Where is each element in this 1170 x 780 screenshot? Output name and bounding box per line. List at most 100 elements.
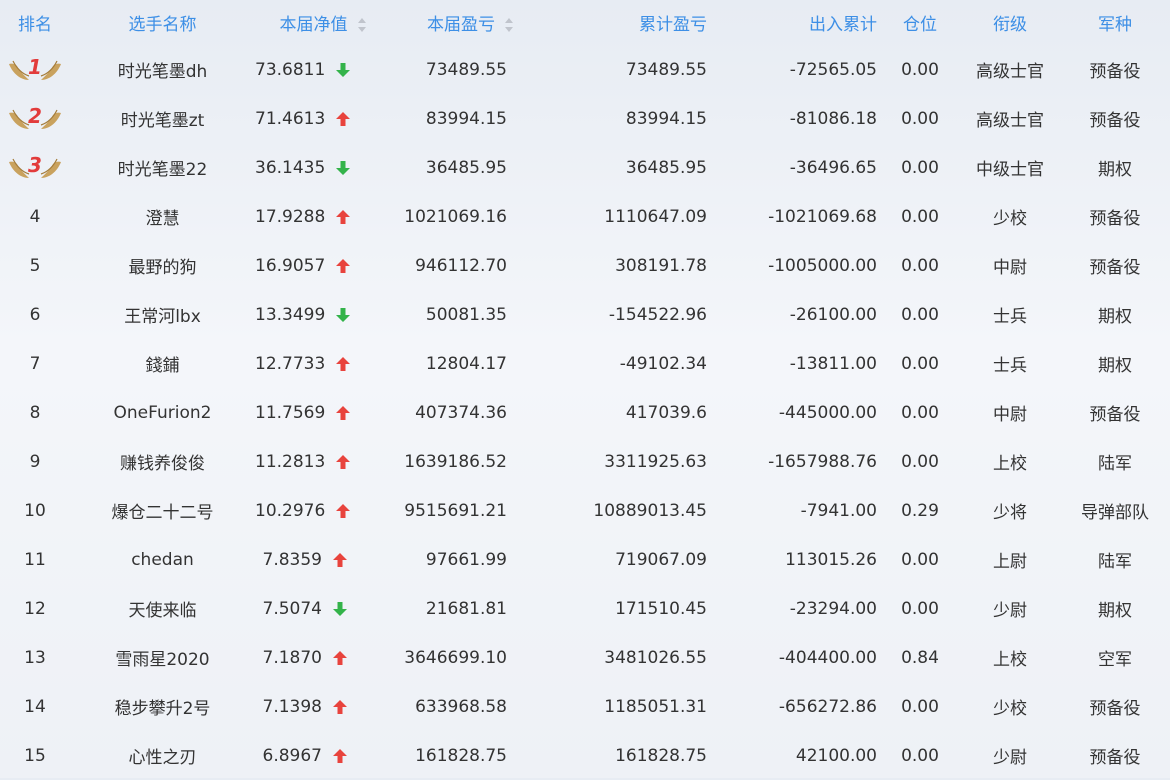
nav-cell: 6.8967 [255,731,390,780]
player-name[interactable]: 时光笔墨22 [70,143,255,192]
cum-profit-cell: 171510.45 [615,598,707,619]
branch-cell: 陆军 [1098,552,1132,572]
nav-cell: 7.5074 [255,584,390,633]
arrow-up-icon [332,552,348,568]
rank-cell: 5 [0,241,70,290]
title-cell: 上尉 [993,552,1027,572]
profit-cell: 83994.15 [425,108,507,129]
rank-cell: 3 [0,143,70,192]
position-cell: 0.00 [901,353,939,374]
player-name[interactable]: 雪雨星2020 [70,633,255,682]
position-cell: 0.00 [901,451,939,472]
cum-profit-cell: 417039.6 [625,402,707,423]
nav-value: 12.7733 [255,353,326,374]
flow-cell: -26100.00 [789,304,877,325]
branch-cell: 预备役 [1089,111,1141,131]
rank-cell: 6 [0,290,70,339]
rank-cell: 11 [0,535,70,584]
rank-cell: 8 [0,388,70,437]
flow-cell: 42100.00 [795,745,877,766]
rank-cell: 14 [0,682,70,731]
header-cum-profit: 累计盈亏 [639,15,707,35]
profit-cell: 73489.55 [425,59,507,80]
player-name[interactable]: 时光笔墨dh [70,45,255,94]
rank-number: 15 [24,745,46,766]
title-cell: 士兵 [993,356,1027,376]
title-cell: 上校 [993,454,1027,474]
branch-cell: 导弹部队 [1081,503,1149,523]
branch-cell: 预备役 [1089,258,1141,278]
flow-cell: -36496.65 [789,157,877,178]
player-name[interactable]: OneFurion2 [70,388,255,437]
branch-cell: 期权 [1098,307,1132,327]
header-name: 选手名称 [128,15,197,35]
player-name[interactable]: 天使来临 [70,584,255,633]
position-cell: 0.00 [901,206,939,227]
nav-value: 7.5074 [262,598,322,619]
branch-cell: 期权 [1098,160,1132,180]
cum-profit-cell: 3481026.55 [604,647,707,668]
position-cell: 0.00 [901,255,939,276]
position-cell: 0.00 [901,696,939,717]
cum-profit-cell: 719067.09 [615,549,707,570]
table-row: 8 OneFurion2 11.7569 407374.36 417039.6 -4450… [0,388,1170,437]
table-row: 9 赚钱养俊俊 11.2813 1639186.52 3311925.63 -165798… [0,437,1170,486]
title-cell: 中尉 [993,258,1027,278]
nav-value: 11.2813 [255,451,326,472]
nav-value: 73.6811 [255,59,326,80]
profit-cell: 3646699.10 [404,647,507,668]
table-row: 13 雪雨星2020 7.1870 3646699.10 3481026.55 -4044… [0,633,1170,682]
profit-cell: 633968.58 [415,696,507,717]
branch-cell: 预备役 [1089,62,1141,82]
sort-icon[interactable] [357,18,366,32]
title-cell: 中尉 [993,405,1027,425]
player-name[interactable]: 最野的狗 [70,241,255,290]
position-cell: 0.00 [901,59,939,80]
nav-value: 7.1398 [262,696,322,717]
arrow-up-icon [335,209,351,225]
nav-value: 11.7569 [255,402,326,423]
position-cell: 0.00 [901,598,939,619]
header-position: 仓位 [903,15,937,35]
nav-cell: 13.3499 [255,290,390,339]
nav-value: 71.4613 [255,108,326,129]
profit-cell: 9515691.21 [404,500,507,521]
nav-value: 17.9288 [255,206,326,227]
header-nav-sortable[interactable]: 本届净值 [255,0,390,45]
player-name[interactable]: 赚钱养俊俊 [70,437,255,486]
title-cell: 少尉 [993,601,1027,621]
medal-number: 3 [28,153,42,177]
position-cell: 0.00 [901,745,939,766]
nav-cell: 10.2976 [255,486,390,535]
table-row: 6 王常河lbx 13.3499 50081.35 -154522.96 -26100.0… [0,290,1170,339]
profit-cell: 1639186.52 [404,451,507,472]
header-profit-sortable[interactable]: 本届盈亏 [390,0,550,45]
profit-cell: 161828.75 [415,745,507,766]
player-name[interactable]: 稳步攀升2号 [70,682,255,731]
sort-icon[interactable] [505,18,513,32]
arrow-up-icon [332,699,348,715]
arrow-up-icon [335,454,351,470]
nav-cell: 36.1435 [255,143,390,192]
title-cell: 少校 [993,699,1027,719]
position-cell: 0.29 [901,500,939,521]
player-name[interactable]: 爆仓二十二号 [70,486,255,535]
nav-cell: 73.6811 [255,45,390,94]
rank-number: 14 [24,696,46,717]
medal-number: 1 [28,55,42,79]
player-name[interactable]: 錢鋪 [70,339,255,388]
player-name[interactable]: chedan [70,535,255,584]
nav-value: 10.2976 [255,500,326,521]
arrow-up-icon [332,748,348,764]
table-row: 14 稳步攀升2号 7.1398 633968.58 1185051.31 -656272… [0,682,1170,731]
branch-cell: 空军 [1098,650,1132,670]
player-name[interactable]: 时光笔墨zt [70,94,255,143]
nav-cell: 7.1398 [255,682,390,731]
player-name[interactable]: 澄慧 [70,192,255,241]
player-name[interactable]: 心性之刃 [70,731,255,780]
nav-value: 16.9057 [255,255,326,276]
medal-icon: 1 [7,52,63,87]
table-row: 10 爆仓二十二号 10.2976 9515691.21 10889013.45 -794… [0,486,1170,535]
player-name[interactable]: 王常河lbx [70,290,255,339]
arrow-up-icon [335,111,351,127]
